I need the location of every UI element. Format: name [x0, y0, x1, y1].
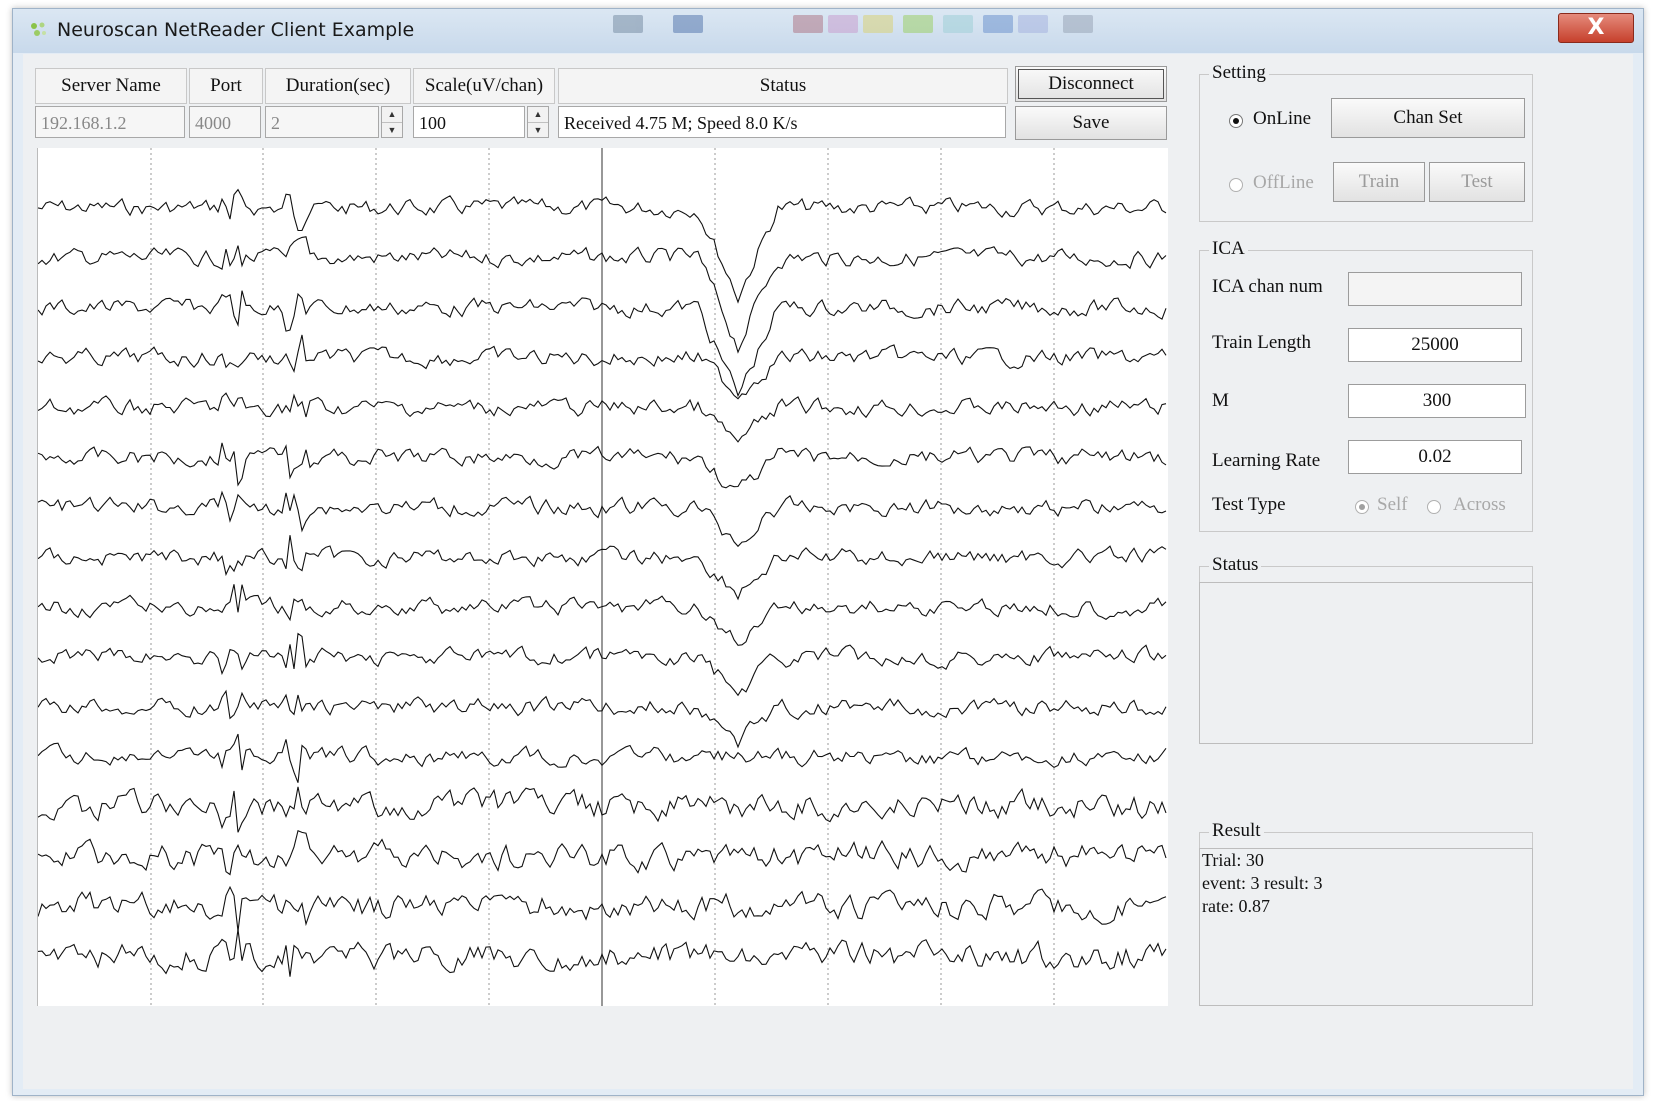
- port-header: Port: [189, 68, 263, 104]
- duration-header: Duration(sec): [265, 68, 411, 104]
- status-field: Received 4.75 M; Speed 8.0 K/s: [558, 106, 1006, 138]
- train-length-label: Train Length: [1212, 332, 1312, 353]
- status-group-label: Status: [1209, 554, 1262, 576]
- title-bar[interactable]: Neuroscan NetReader Client Example X: [13, 9, 1643, 53]
- offline-label: OffLine: [1253, 172, 1314, 193]
- spin-up-icon[interactable]: ▲: [528, 107, 548, 123]
- learning-rate-field[interactable]: 0.02: [1348, 440, 1522, 474]
- close-button[interactable]: X: [1558, 13, 1634, 43]
- setting-group-label: Setting: [1209, 62, 1269, 84]
- ica-group-label: ICA: [1209, 238, 1248, 260]
- eeg-plot: [37, 148, 1168, 1006]
- across-radio[interactable]: [1427, 500, 1441, 514]
- train-button[interactable]: Train: [1333, 162, 1425, 202]
- scale-spinner[interactable]: ▲ ▼: [527, 106, 549, 138]
- online-label: OnLine: [1253, 108, 1312, 129]
- title-bar-decoration: [613, 15, 1173, 45]
- result-group-label: Result: [1209, 820, 1264, 842]
- ica-chan-num-label: ICA chan num: [1212, 276, 1323, 297]
- server-name-header: Server Name: [35, 68, 187, 104]
- plot-grid: [150, 148, 1055, 1006]
- scale-field[interactable]: 100: [413, 106, 525, 138]
- spin-up-icon[interactable]: ▲: [382, 107, 402, 123]
- port-field[interactable]: 4000: [189, 106, 261, 138]
- client-area: Server Name Port Duration(sec) Scale(uV/…: [23, 54, 1633, 1089]
- self-label: Self: [1377, 494, 1408, 515]
- offline-radio[interactable]: [1229, 178, 1243, 192]
- m-label: M: [1212, 390, 1229, 411]
- spin-down-icon[interactable]: ▼: [528, 123, 548, 138]
- chan-set-button[interactable]: Chan Set: [1331, 98, 1525, 138]
- result-event: event: 3 result: 3: [1202, 873, 1323, 893]
- test-type-label: Test Type: [1212, 494, 1286, 515]
- duration-field[interactable]: 2: [265, 106, 379, 138]
- result-area: Trial: 30 event: 3 result: 3 rate: 0.87: [1199, 848, 1533, 1006]
- save-button[interactable]: Save: [1015, 106, 1167, 140]
- test-button[interactable]: Test: [1429, 162, 1525, 202]
- spin-down-icon[interactable]: ▼: [382, 123, 402, 138]
- scale-header: Scale(uV/chan): [413, 68, 555, 104]
- bottom-scrollbar[interactable]: [37, 1012, 1627, 1034]
- window-title: Neuroscan NetReader Client Example: [57, 19, 415, 41]
- learning-rate-label: Learning Rate: [1212, 450, 1321, 471]
- server-name-field[interactable]: 192.168.1.2: [35, 106, 185, 138]
- m-field[interactable]: 300: [1348, 384, 1526, 418]
- duration-spinner[interactable]: ▲ ▼: [381, 106, 403, 138]
- result-rate: rate: 0.87: [1202, 896, 1270, 916]
- ica-chan-num-field[interactable]: [1348, 272, 1522, 306]
- self-radio[interactable]: [1355, 500, 1369, 514]
- online-radio[interactable]: [1229, 114, 1243, 128]
- app-icon: [31, 22, 46, 36]
- status-header: Status: [558, 68, 1008, 104]
- status-area: [1199, 582, 1533, 744]
- train-length-field[interactable]: 25000: [1348, 328, 1522, 362]
- app-window: Neuroscan NetReader Client Example X Ser…: [12, 8, 1644, 1096]
- disconnect-button[interactable]: Disconnect: [1015, 66, 1167, 102]
- result-trial: Trial: 30: [1202, 850, 1264, 870]
- across-label: Across: [1453, 494, 1506, 515]
